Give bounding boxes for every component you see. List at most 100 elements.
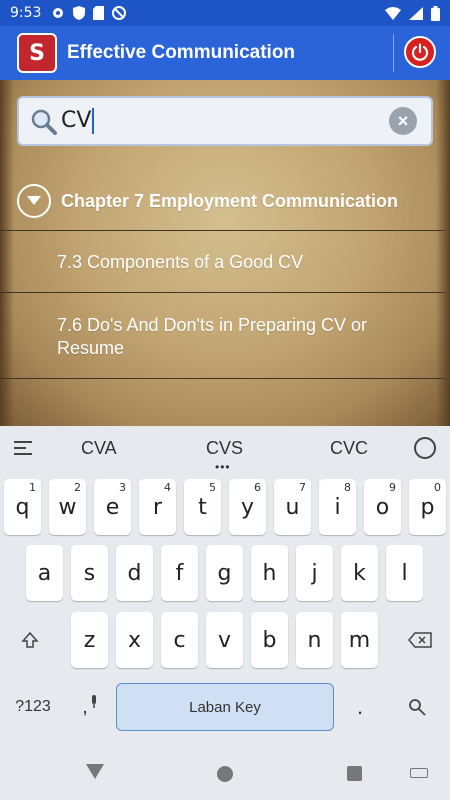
chapter-title: Chapter 7 Employment Communication [61, 190, 399, 211]
more-suggestions-icon[interactable]: ••• [215, 460, 231, 474]
space-key[interactable]: Laban Key [116, 683, 334, 731]
list-item[interactable]: 7.3 Components of a Good CV [57, 251, 417, 274]
power-button[interactable] [404, 36, 436, 68]
shield-icon [73, 6, 86, 20]
chapter-header[interactable]: Chapter 7 Employment Communication [0, 174, 450, 228]
key-number: 9 [389, 481, 396, 494]
key-label: t [198, 494, 207, 520]
key-number: 2 [74, 481, 81, 494]
divider [0, 292, 446, 293]
status-time: 9:53 [10, 5, 42, 21]
key-m[interactable]: m [341, 612, 378, 668]
list-item[interactable]: 7.6 Do's And Don'ts in Preparing CV or R… [57, 314, 417, 360]
shift-icon [21, 631, 39, 648]
keyboard: CVA CVS ••• CVC q1 w2 e3 r4 t5 y6 u7 i8 … [0, 426, 450, 742]
key-t[interactable]: t5 [184, 479, 221, 535]
chevron-down-icon [17, 184, 51, 218]
key-y[interactable]: y6 [229, 479, 266, 535]
key-b[interactable]: b [251, 612, 288, 668]
key-number: 3 [119, 481, 126, 494]
key-number: 1 [29, 481, 36, 494]
search-value: CV [61, 108, 95, 134]
key-v[interactable]: v [206, 612, 243, 668]
key-label: y [240, 494, 255, 520]
comma-key[interactable]: , [70, 683, 110, 731]
period-key[interactable]: . [338, 683, 382, 731]
key-o[interactable]: o9 [364, 479, 401, 535]
shift-key[interactable] [4, 612, 56, 668]
text-caret [92, 108, 95, 134]
app-title: Effective Communication [67, 42, 296, 63]
key-label: r [152, 494, 163, 520]
key-n[interactable]: n [296, 612, 333, 668]
key-label: o [375, 494, 390, 520]
key-x[interactable]: x [116, 612, 153, 668]
symbols-key[interactable]: ?123 [4, 683, 62, 731]
battery-icon [431, 5, 440, 21]
backspace-key[interactable] [394, 612, 446, 668]
comma-label: , [82, 695, 88, 718]
suggestion-bar: CVA CVS ••• CVC [0, 426, 450, 474]
key-p[interactable]: p0 [409, 479, 446, 535]
key-j[interactable]: j [296, 545, 333, 601]
key-label: p [420, 494, 435, 520]
key-label: i [334, 494, 341, 520]
suggestion-item[interactable]: CVS [206, 438, 243, 459]
key-label: w [58, 494, 77, 520]
content-area: CV × Chapter 7 Employment Communication … [0, 80, 450, 426]
key-i[interactable]: i8 [319, 479, 356, 535]
divider [0, 378, 446, 379]
settings-icon [53, 8, 64, 18]
no-data-icon [112, 6, 127, 20]
search-icon [31, 109, 57, 135]
key-r[interactable]: r4 [139, 479, 176, 535]
app-bar-divider [393, 34, 394, 72]
key-label: u [285, 494, 300, 520]
key-d[interactable]: d [116, 545, 153, 601]
key-f[interactable]: f [161, 545, 198, 601]
key-number: 4 [164, 481, 171, 494]
key-g[interactable]: g [206, 545, 243, 601]
key-number: 0 [434, 481, 441, 494]
key-number: 6 [254, 481, 261, 494]
wifi-icon [385, 6, 401, 20]
key-number: 7 [299, 481, 306, 494]
menu-icon[interactable] [14, 441, 32, 459]
search-key[interactable] [392, 683, 442, 731]
key-q[interactable]: q1 [4, 479, 41, 535]
back-icon[interactable] [86, 764, 104, 779]
key-c[interactable]: c [161, 612, 198, 668]
key-e[interactable]: e3 [94, 479, 131, 535]
suggestion-item[interactable]: CVA [81, 438, 117, 459]
power-icon [411, 43, 429, 61]
close-icon: × [397, 110, 409, 131]
keyboard-switch-icon[interactable] [410, 768, 428, 778]
emoji-icon[interactable] [414, 437, 436, 459]
backspace-icon [408, 632, 432, 648]
app-logo: S [17, 33, 57, 73]
suggestion-item[interactable]: CVC [330, 438, 368, 459]
key-number: 8 [344, 481, 351, 494]
search-icon [409, 699, 426, 716]
key-label: q [15, 494, 30, 520]
key-a[interactable]: a [26, 545, 63, 601]
key-z[interactable]: z [71, 612, 108, 668]
divider [0, 230, 446, 231]
key-k[interactable]: k [341, 545, 378, 601]
recents-icon[interactable] [347, 766, 362, 781]
key-h[interactable]: h [251, 545, 288, 601]
key-w[interactable]: w2 [49, 479, 86, 535]
sd-card-icon [93, 6, 105, 20]
status-bar: 9:53 [0, 0, 450, 26]
key-l[interactable]: l [386, 545, 423, 601]
search-input[interactable]: CV × [17, 96, 433, 146]
clear-search-button[interactable]: × [389, 107, 417, 135]
key-label: e [105, 494, 120, 520]
key-u[interactable]: u7 [274, 479, 311, 535]
signal-icon [409, 6, 423, 20]
app-bar: S Effective Communication [0, 26, 450, 80]
microphone-icon [91, 695, 96, 708]
home-icon[interactable] [217, 766, 233, 782]
key-number: 5 [209, 481, 216, 494]
key-s[interactable]: s [71, 545, 108, 601]
